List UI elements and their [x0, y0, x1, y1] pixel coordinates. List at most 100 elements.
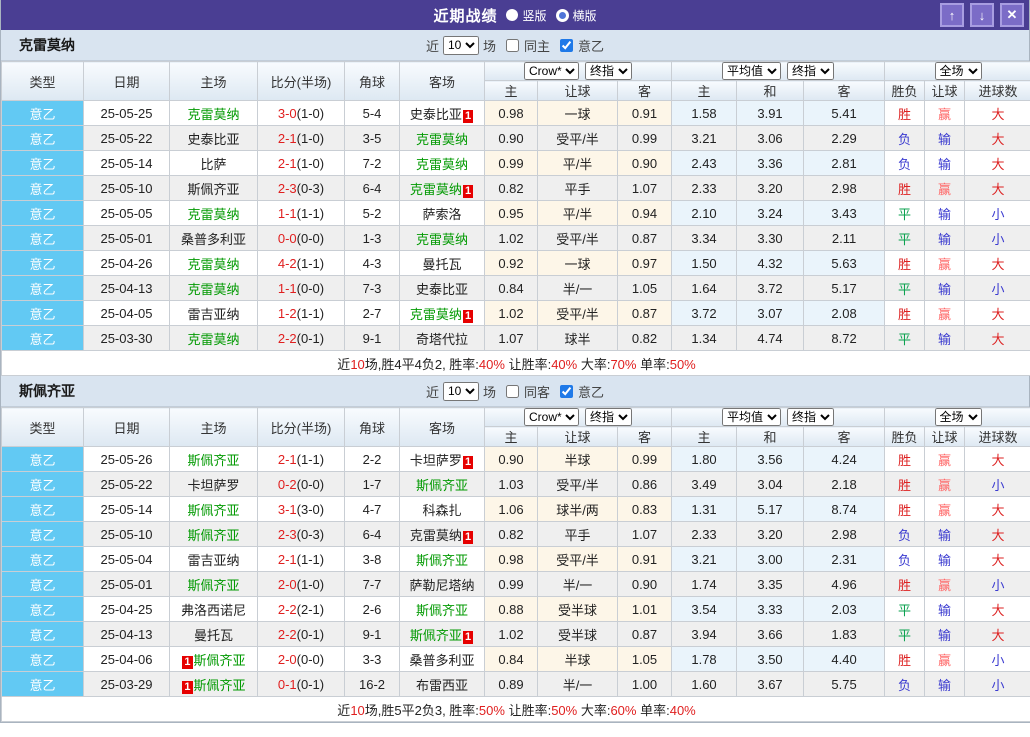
- table-row: 意乙 25-04-26 克雷莫纳 4-2(1-1) 4-3 曼托瓦 0.92 一…: [2, 251, 1030, 276]
- odds-final-select[interactable]: 终指: [585, 62, 632, 80]
- home-odds-cell: 1.07: [485, 326, 538, 351]
- average-final-select[interactable]: 终指: [787, 408, 834, 426]
- radio-horizontal-icon[interactable]: [556, 9, 569, 22]
- half-time-score: (0-3): [297, 527, 324, 542]
- home-cell: 雷吉亚纳: [170, 301, 258, 326]
- handicap-cell: 半球: [538, 647, 618, 672]
- table-row: 意乙 25-05-26 斯佩齐亚 2-1(1-1) 2-2 卡坦萨罗1 0.90…: [2, 447, 1030, 472]
- avg-away-cell: 2.29: [804, 126, 885, 151]
- avg-home-cell: 1.34: [672, 326, 737, 351]
- match-count-select[interactable]: 10: [443, 382, 479, 401]
- match-count-select[interactable]: 10: [443, 36, 479, 55]
- goals-result-cell: 大: [965, 326, 1030, 351]
- layout-option-horizontal[interactable]: 横版: [556, 7, 597, 24]
- half-time-score: (0-0): [297, 477, 324, 492]
- away-cell: 斯佩齐亚: [400, 597, 485, 622]
- handicap-cell: 受平/半: [538, 226, 618, 251]
- same-venue-label: 同客: [524, 382, 550, 401]
- away-odds-cell: 0.97: [618, 251, 672, 276]
- average-select[interactable]: 平均值: [722, 62, 781, 80]
- half-time-score: (1-0): [297, 131, 324, 146]
- avg-home-cell: 3.21: [672, 126, 737, 151]
- avg-away-cell: 8.74: [804, 497, 885, 522]
- away-cell: 萨勒尼塔纳: [400, 572, 485, 597]
- avg-draw-cell: 3.33: [737, 597, 804, 622]
- home-cell: 克雷莫纳: [170, 276, 258, 301]
- avg-away-cell: 8.72: [804, 326, 885, 351]
- move-up-button[interactable]: ↑: [940, 3, 964, 27]
- handicap-result-cell: 赢: [925, 301, 965, 326]
- odds-provider-select[interactable]: Crow*: [524, 408, 579, 426]
- result-cell: 胜: [885, 497, 925, 522]
- league-filter-checkbox[interactable]: [560, 39, 573, 52]
- score-cell: 2-1(1-1): [258, 447, 345, 472]
- home-cell: 斯佩齐亚: [170, 522, 258, 547]
- full-time-score: 3-1: [278, 502, 297, 517]
- avg-home-cell: 1.64: [672, 276, 737, 301]
- avg-home-cell: 2.33: [672, 176, 737, 201]
- close-button[interactable]: ✕: [1000, 3, 1024, 27]
- sub-header-goals-result: 进球数: [965, 81, 1030, 101]
- average-final-select[interactable]: 终指: [787, 62, 834, 80]
- table-row: 意乙 25-04-05 雷吉亚纳 1-2(1-1) 2-7 克雷莫纳1 1.02…: [2, 301, 1030, 326]
- summary-segment: 40%: [479, 357, 505, 372]
- away-odds-cell: 1.07: [618, 522, 672, 547]
- date-cell: 25-04-13: [84, 622, 170, 647]
- away-cell: 布雷西亚: [400, 672, 485, 697]
- table-row: 意乙 25-03-30 克雷莫纳 2-2(0-1) 9-1 奇塔代拉 1.07 …: [2, 326, 1030, 351]
- score-cell: 2-2(0-1): [258, 622, 345, 647]
- score-cell: 2-0(1-0): [258, 572, 345, 597]
- handicap-cell: 受平/半: [538, 301, 618, 326]
- layout-option-vertical[interactable]: 竖版: [506, 7, 546, 24]
- home-odds-cell: 1.06: [485, 497, 538, 522]
- summary-line: 近10场,胜5平2负3, 胜率:50% 让胜率:50% 大率:60% 单率:40…: [337, 703, 695, 718]
- home-cell: 斯佩齐亚: [170, 176, 258, 201]
- scope-select[interactable]: 全场: [935, 62, 982, 80]
- result-cell: 平: [885, 597, 925, 622]
- date-cell: 25-05-14: [84, 497, 170, 522]
- corner-cell: 7-7: [345, 572, 400, 597]
- table-row: 意乙 25-04-25 弗洛西诺尼 2-2(2-1) 2-6 斯佩齐亚 0.88…: [2, 597, 1030, 622]
- league-cell: 意乙: [2, 622, 84, 647]
- avg-away-cell: 4.96: [804, 572, 885, 597]
- summary-segment: 让胜率:: [505, 703, 551, 718]
- date-cell: 25-05-26: [84, 447, 170, 472]
- home-cell: 桑普多利亚: [170, 226, 258, 251]
- result-cell: 平: [885, 276, 925, 301]
- result-cell: 平: [885, 326, 925, 351]
- handicap-cell: 受平/半: [538, 472, 618, 497]
- red-card-badge: 1: [463, 185, 473, 198]
- league-cell: 意乙: [2, 276, 84, 301]
- scope-select[interactable]: 全场: [935, 408, 982, 426]
- move-down-button[interactable]: ↓: [970, 3, 994, 27]
- full-time-score: 2-3: [278, 181, 297, 196]
- home-odds-cell: 0.98: [485, 101, 538, 126]
- avg-home-cell: 3.49: [672, 472, 737, 497]
- section-header: 斯佩齐亚 近 10 场 同客 意乙: [1, 376, 1029, 407]
- table-row: 意乙 25-05-04 雷吉亚纳 2-1(1-1) 3-8 斯佩齐亚 0.98 …: [2, 547, 1030, 572]
- corner-cell: 4-7: [345, 497, 400, 522]
- league-filter-checkbox[interactable]: [560, 385, 573, 398]
- summary-segment: 40%: [551, 357, 577, 372]
- average-select[interactable]: 平均值: [722, 408, 781, 426]
- score-cell: 2-1(1-0): [258, 126, 345, 151]
- corner-cell: 3-5: [345, 126, 400, 151]
- away-odds-cell: 0.87: [618, 301, 672, 326]
- away-cell: 克雷莫纳1: [400, 522, 485, 547]
- radio-vertical-icon[interactable]: [506, 9, 518, 21]
- half-time-score: (0-3): [297, 181, 324, 196]
- away-odds-cell: 0.94: [618, 201, 672, 226]
- half-time-score: (1-0): [297, 156, 324, 171]
- handicap-result-cell: 输: [925, 276, 965, 301]
- table-row: 意乙 25-05-22 史泰比亚 2-1(1-0) 3-5 克雷莫纳 0.90 …: [2, 126, 1030, 151]
- half-time-score: (1-1): [297, 206, 324, 221]
- odds-final-select[interactable]: 终指: [585, 408, 632, 426]
- col-header-date: 日期: [84, 408, 170, 447]
- odds-provider-select[interactable]: Crow*: [524, 62, 579, 80]
- same-venue-checkbox[interactable]: [506, 385, 519, 398]
- summary-segment: 大率:: [577, 703, 610, 718]
- away-cell: 克雷莫纳: [400, 226, 485, 251]
- summary-row: 近10场,胜5平2负3, 胜率:50% 让胜率:50% 大率:60% 单率:40…: [2, 697, 1030, 722]
- team-name: 斯佩齐亚: [187, 182, 239, 197]
- same-venue-checkbox[interactable]: [506, 39, 519, 52]
